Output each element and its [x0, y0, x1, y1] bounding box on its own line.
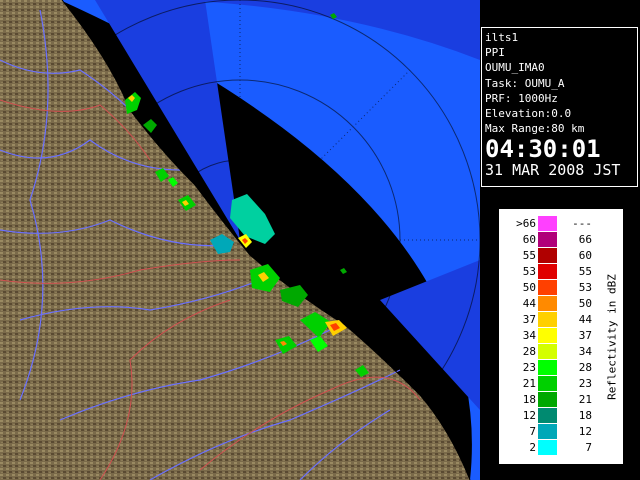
legend-row: 60 66: [500, 232, 598, 247]
legend-swatch: [538, 248, 557, 263]
legend-high-value: 66: [578, 233, 592, 246]
site-name: ilts1: [485, 31, 519, 44]
legend-low-value: 28: [522, 345, 536, 358]
legend-low-value: 18: [522, 393, 536, 406]
legend-low-value: 7: [529, 425, 536, 438]
legend-low-value: 55: [522, 249, 536, 262]
legend-row: 50 53: [500, 280, 598, 295]
legend-high-value: 34: [578, 345, 592, 358]
legend-low-value: 53: [522, 265, 536, 278]
legend-row: 27: [500, 440, 598, 455]
legend-row: 23 28: [500, 360, 598, 375]
legend-high-value: 12: [578, 425, 592, 438]
legend-swatch: [538, 296, 557, 311]
legend-swatch: [538, 264, 557, 279]
legend-high-value: 21: [578, 393, 592, 406]
legend-high-value: 55: [578, 265, 592, 278]
legend-high-value: 18: [578, 409, 592, 422]
legend-row: 34 37: [500, 328, 598, 343]
station-name: OUMU_IMA0: [485, 61, 545, 75]
legend-row: 53 55: [500, 264, 598, 279]
legend-swatch: [538, 360, 557, 375]
legend-row: 37 44: [500, 312, 598, 327]
legend-high-value: 44: [578, 313, 592, 326]
legend-swatch: [538, 328, 557, 343]
radar-display: ilts1 PPI OUMU_IMA0 Task: OUMU_A PRF: 10…: [0, 0, 640, 480]
reflectivity-legend: >66 --- 60 66 55 60 53 55 50 53 44 50 37 44 34 37 28 34 23…: [499, 209, 623, 464]
legend-row: 7 12: [500, 424, 598, 439]
scan-date: 31 MAR 2008 JST: [485, 161, 621, 180]
legend-high-value: 50: [578, 297, 592, 310]
legend-swatch: [538, 312, 557, 327]
radar-ppi-map: [0, 0, 480, 480]
legend-swatch: [538, 216, 557, 231]
info-panel: ilts1 PPI OUMU_IMA0 Task: OUMU_A PRF: 10…: [481, 27, 638, 187]
legend-low-value: 21: [522, 377, 536, 390]
task-name: Task: OUMU_A: [485, 76, 565, 90]
legend-row: >66 ---: [500, 216, 598, 231]
legend-low-value: 60: [522, 233, 536, 246]
legend-swatch: [538, 424, 557, 439]
legend-high-value: 7: [585, 441, 592, 454]
legend-low-value: 2: [529, 441, 536, 454]
legend-swatch: [538, 280, 557, 295]
legend-row: 12 18: [500, 408, 598, 423]
legend-low-value: 37: [522, 313, 536, 326]
legend-low-value: 50: [522, 281, 536, 294]
legend-swatch: [538, 376, 557, 391]
legend-swatch: [538, 440, 557, 455]
elevation-value: Elevation:0.0: [485, 107, 572, 121]
legend-high-value: 60: [578, 249, 592, 262]
scan-time: 04:30:01: [485, 135, 601, 164]
max-range-value: Max Range:80 km: [485, 122, 585, 136]
legend-swatch: [538, 408, 557, 423]
scan-type: PPI: [485, 46, 505, 60]
legend-low-value: 23: [522, 361, 536, 374]
legend-row: 18 21: [500, 392, 598, 407]
legend-high-value: 28: [578, 361, 592, 374]
legend-row: 55 60: [500, 248, 598, 263]
legend-swatch: [538, 392, 557, 407]
legend-row: 21 23: [500, 376, 598, 391]
legend-high-value: 53: [578, 281, 592, 294]
legend-low-value: 34: [522, 329, 536, 342]
legend-swatch: [538, 344, 557, 359]
legend-low-value: 12: [522, 409, 536, 422]
legend-low-value: >66: [516, 217, 536, 230]
legend-low-value: 44: [522, 297, 536, 310]
prf-value: PRF: 1000Hz: [485, 91, 558, 105]
legend-high-value: 23: [578, 377, 592, 390]
legend-swatch: [538, 232, 557, 247]
legend-row: 44 50: [500, 296, 598, 311]
legend-title-text: Reflectivity in dBZ: [605, 273, 619, 400]
legend-title: Reflectivity in dBZ: [602, 210, 622, 463]
legend-row: 28 34: [500, 344, 598, 359]
legend-high-value: ---: [572, 217, 592, 230]
legend-high-value: 37: [578, 329, 592, 342]
